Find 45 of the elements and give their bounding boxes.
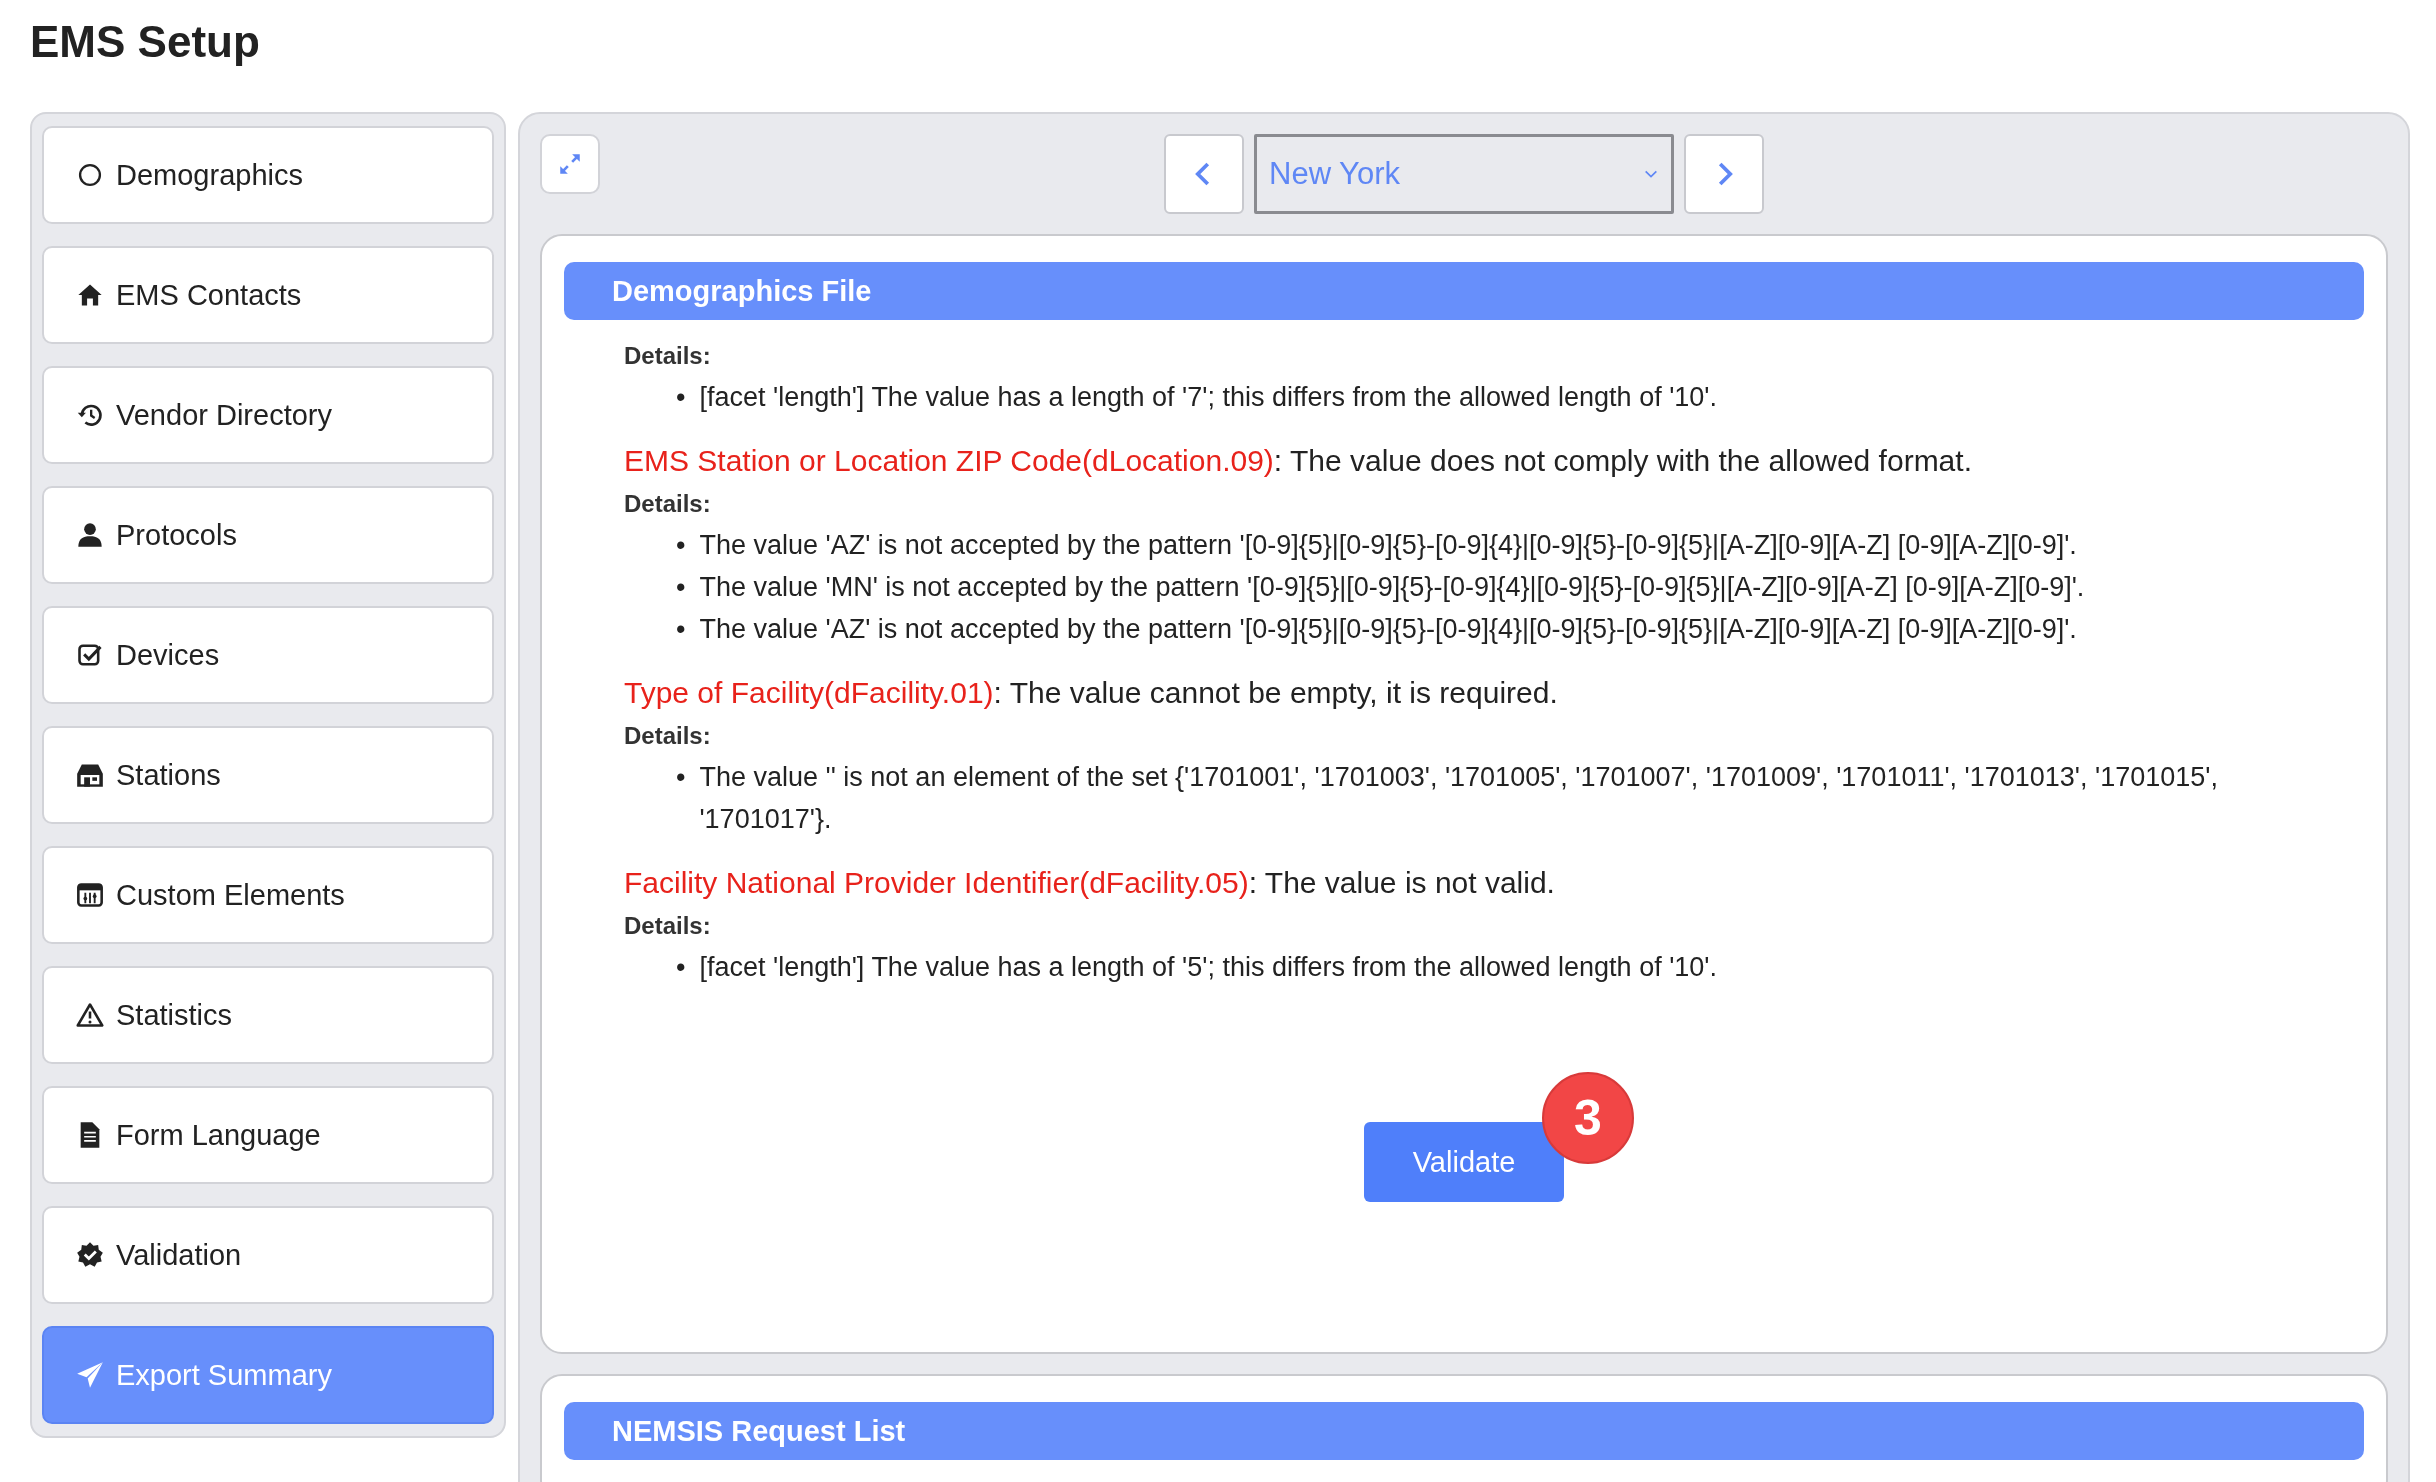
menu-item-icon xyxy=(76,1001,104,1029)
error-detail: The value '' is not an element of the set {'1701001', '1701003', '1701005', '1701007', '1701009', '1701011', '1701013', '1701015', '1701017'}. xyxy=(699,761,2219,836)
error-detail: The value 'AZ' is not accepted by the pattern '[0-9]{5}|[0-9]{5}-[0-9]{4}|[0-9]{5}-[0-9]{5}|[A-Z][0-9][A-Z] [0-9][A-Z][0-9]'. xyxy=(699,529,2078,562)
error-message: EMS Station or Location ZIP Code(dLocation.09): The value does not comply with the allowed format. xyxy=(624,443,1973,479)
previous-button[interactable] xyxy=(1164,134,1244,214)
error-detail: The value 'AZ' is not accepted by the pattern '[0-9]{5}|[0-9]{5}-[0-9]{4}|[0-9]{5}-[0-9]{5}|[A-Z][0-9][A-Z] [0-9][A-Z][0-9]'. xyxy=(699,613,2078,646)
details-label: Details: xyxy=(624,490,712,518)
bullet: • xyxy=(676,613,686,646)
count-badge: 3 xyxy=(1542,1072,1634,1164)
sidebar-item[interactable]: Validation xyxy=(42,1206,494,1304)
menu-item-icon xyxy=(76,1361,104,1389)
section-header: Demographics File xyxy=(564,262,2364,320)
section-header: NEMSIS Request List xyxy=(564,1402,2364,1460)
details-label: Details: xyxy=(624,342,712,370)
error-detail: The value 'MN' is not accepted by the pattern '[0-9]{5}|[0-9]{5}-[0-9]{4}|[0-9]{5}-[0-9]{5}|[A-Z][0-9][A-Z] [0-9][A-Z][0-9]'. xyxy=(699,571,2086,604)
sidebar-item[interactable]: Form Language xyxy=(42,1086,494,1184)
sidebar-item[interactable]: Statistics xyxy=(42,966,494,1064)
next-button[interactable] xyxy=(1684,134,1764,214)
menu-item-icon xyxy=(76,161,104,189)
error-detail: [facet 'length'] The value has a length of '7'; this differs from the allowed length of '10'. xyxy=(699,381,1718,414)
sidebar-item[interactable]: Devices xyxy=(42,606,494,704)
details-label: Details: xyxy=(624,912,712,940)
error-message: Type of Facility(dFacility.01): The value cannot be empty, it is required. xyxy=(624,675,1559,711)
validate-button[interactable]: Validate xyxy=(1364,1122,1564,1202)
sidebar-item[interactable]: Protocols xyxy=(42,486,494,584)
menu-item-icon xyxy=(76,881,104,909)
menu-item-icon xyxy=(76,1241,104,1269)
bullet: • xyxy=(676,571,686,604)
page-title: EMS Setup xyxy=(30,16,261,68)
expand-icon xyxy=(557,151,583,177)
error-message: Facility National Provider Identifier(dFacility.05): The value is not valid. xyxy=(624,865,1556,901)
bullet: • xyxy=(676,951,686,984)
details-label: Details: xyxy=(624,722,712,750)
bullet: • xyxy=(676,381,686,414)
bullet: • xyxy=(676,761,686,794)
menu-item-icon xyxy=(76,521,104,549)
sidebar-item[interactable]: EMS Contacts xyxy=(42,246,494,344)
sidebar-item[interactable]: Vendor Directory xyxy=(42,366,494,464)
error-detail: [facet 'length'] The value has a length of '5'; this differs from the allowed length of '10'. xyxy=(699,951,1718,984)
sidebar-item[interactable]: Custom Elements xyxy=(42,846,494,944)
sidebar-item[interactable]: Stations xyxy=(42,726,494,824)
bullet: • xyxy=(676,529,686,562)
expand-button[interactable] xyxy=(540,134,600,194)
sidebar-item[interactable]: Demographics xyxy=(42,126,494,224)
menu-item-icon xyxy=(76,641,104,669)
